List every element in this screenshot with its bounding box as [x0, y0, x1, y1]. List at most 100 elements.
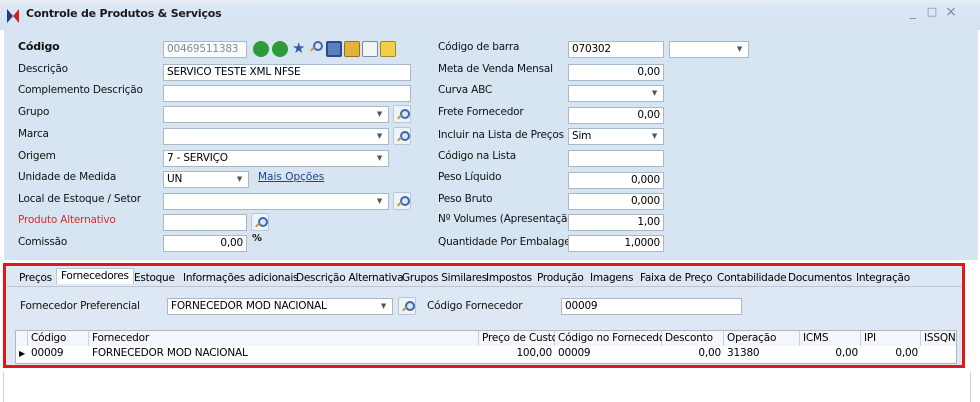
- header-issqn[interactable]: ISSQN: [921, 331, 956, 346]
- fornecedor-search-icon[interactable]: [398, 297, 416, 315]
- origem-select[interactable]: 7 - SERVIÇO ▼: [163, 150, 389, 167]
- tab-estoque[interactable]: Estoque: [134, 272, 175, 284]
- descricao-label: Descrição: [18, 63, 68, 75]
- bottom-pane: [3, 372, 971, 402]
- document-icon[interactable]: [362, 41, 378, 57]
- tab-fornecedores[interactable]: Fornecedores: [56, 268, 134, 284]
- codigo-input[interactable]: 00469511383: [163, 41, 247, 58]
- search-product-icon[interactable]: [310, 41, 323, 52]
- close-button[interactable]: ×: [944, 5, 958, 19]
- window-title: Controle de Produtos & Serviços: [26, 7, 222, 20]
- top-strip: [0, 0, 980, 3]
- tab-integracao[interactable]: Integração: [856, 272, 910, 284]
- produto-alternativo-label: Produto Alternativo: [18, 214, 116, 226]
- header-ipi[interactable]: IPI: [861, 331, 921, 346]
- header-operacao[interactable]: Operação: [724, 331, 800, 346]
- cell-preco-custo[interactable]: 100,00: [479, 346, 555, 361]
- alternativo-search-icon[interactable]: [251, 213, 269, 231]
- codigo-barra-input[interactable]: 070302: [568, 41, 664, 58]
- comissao-label: Comissão: [18, 236, 68, 248]
- minimize-button[interactable]: _: [906, 5, 920, 19]
- complemento-label: Complemento Descrição: [18, 84, 143, 96]
- header-icms[interactable]: ICMS: [800, 331, 861, 346]
- tab-imagens[interactable]: Imagens: [590, 272, 634, 284]
- embalagem-input[interactable]: 1,0000: [568, 235, 664, 252]
- barra-type-select[interactable]: ▼: [669, 41, 749, 58]
- tab-impostos[interactable]: Impostos: [486, 272, 532, 284]
- percent-symbol: %: [252, 233, 262, 244]
- codigo-fornecedor-label: Código Fornecedor: [427, 300, 523, 312]
- incluir-lista-label: Incluir na Lista de Preços: [438, 129, 564, 141]
- codigo-lista-input[interactable]: [568, 150, 664, 167]
- mais-opcoes-link[interactable]: Mais Opções: [258, 171, 324, 183]
- preview-icon[interactable]: [326, 41, 342, 57]
- meta-venda-input[interactable]: 0,00: [568, 64, 664, 81]
- header-codigo[interactable]: Código: [28, 331, 89, 346]
- produto-alternativo-input[interactable]: [163, 214, 247, 231]
- tab-documentos[interactable]: Documentos: [788, 272, 852, 284]
- peso-liquido-input[interactable]: 0,000: [568, 172, 664, 189]
- codigo-fornecedor-input[interactable]: 00009: [561, 298, 742, 315]
- local-estoque-select[interactable]: ▼: [163, 193, 389, 210]
- header-preco-custo[interactable]: Preço de Custo: [479, 331, 558, 346]
- codigo-barra-label: Código de barra: [438, 41, 520, 53]
- codigo-lista-label: Código na Lista: [438, 150, 516, 162]
- local-search-icon[interactable]: [393, 192, 411, 210]
- codigo-label: Código: [18, 40, 60, 53]
- fornecedor-preferencial-select[interactable]: FORNECEDOR MOD NACIONAL ▼: [167, 298, 393, 315]
- cell-issqn[interactable]: [921, 346, 956, 361]
- fornecedor-preferencial-label: Fornecedor Preferencial: [20, 300, 140, 312]
- origem-label: Origem: [18, 150, 56, 162]
- marca-search-icon[interactable]: [393, 127, 411, 145]
- cell-fornecedor[interactable]: FORNECEDOR MOD NACIONAL: [89, 346, 479, 361]
- grid-indicator-header: [16, 331, 28, 346]
- cell-codigo[interactable]: 00009: [28, 346, 89, 361]
- peso-liquido-label: Peso Líquido: [438, 171, 502, 183]
- comissao-input[interactable]: 0,00: [163, 235, 247, 252]
- cell-desconto[interactable]: 0,00: [662, 346, 724, 361]
- cell-operacao[interactable]: 31380: [724, 346, 800, 361]
- header-desconto[interactable]: Desconto: [662, 331, 724, 346]
- marca-label: Marca: [18, 128, 49, 140]
- tab-descricao-alternativa[interactable]: Descrição Alternativa: [296, 272, 404, 284]
- grupo-search-icon[interactable]: [393, 105, 411, 123]
- maximize-button[interactable]: □: [925, 5, 939, 19]
- volumes-input[interactable]: 1,00: [568, 214, 664, 231]
- edit-icon[interactable]: [380, 41, 396, 57]
- favorite-icon[interactable]: ★: [292, 39, 305, 57]
- cell-codigo-fornecedor[interactable]: 00009: [555, 346, 662, 361]
- descricao-input[interactable]: SERVICO TESTE XML NFSE: [163, 64, 411, 81]
- grupo-label: Grupo: [18, 106, 50, 118]
- row-indicator-icon: ▶: [19, 349, 25, 358]
- marca-select[interactable]: ▼: [163, 128, 389, 145]
- incluir-lista-select[interactable]: Sim ▼: [568, 128, 664, 145]
- unidade-label: Unidade de Medida: [18, 171, 117, 183]
- tab-contabilidade[interactable]: Contabilidade: [717, 272, 787, 284]
- next-icon[interactable]: [272, 41, 288, 57]
- tab-producao[interactable]: Produção: [537, 272, 584, 284]
- frete-input[interactable]: 0,00: [568, 107, 664, 124]
- app-icon: [7, 9, 19, 23]
- tab-informacoes-adicionais[interactable]: Informações adicionais: [183, 272, 299, 284]
- grupo-select[interactable]: ▼: [163, 106, 389, 123]
- tab-grupos-similares[interactable]: Grupos Similares: [402, 272, 487, 284]
- cell-icms[interactable]: 0,00: [800, 346, 861, 361]
- peso-bruto-label: Peso Bruto: [438, 193, 493, 205]
- tab-faixa-de-preco[interactable]: Faixa de Preço: [640, 272, 713, 284]
- frete-label: Frete Fornecedor: [438, 106, 524, 118]
- unidade-select[interactable]: UN ▼: [163, 171, 249, 188]
- tab-precos[interactable]: Preços: [19, 272, 52, 284]
- peso-bruto-input[interactable]: 0,000: [568, 193, 664, 210]
- meta-venda-label: Meta de Venda Mensal: [438, 63, 553, 75]
- cell-ipi[interactable]: 0,00: [861, 346, 921, 361]
- header-codigo-fornecedor[interactable]: Código no Fornecedor: [555, 331, 669, 346]
- previous-icon[interactable]: [253, 41, 269, 57]
- volumes-label: Nº Volumes (Apresentação): [438, 213, 578, 225]
- complemento-input[interactable]: [163, 85, 411, 102]
- curva-abc-label: Curva ABC: [438, 84, 493, 96]
- folder-icon[interactable]: [344, 41, 360, 57]
- header-fornecedor[interactable]: Fornecedor: [89, 331, 479, 346]
- embalagem-label: Quantidade Por Embalagem: [438, 236, 581, 248]
- tab-divider: [7, 286, 962, 287]
- curva-abc-select[interactable]: ▼: [568, 85, 664, 102]
